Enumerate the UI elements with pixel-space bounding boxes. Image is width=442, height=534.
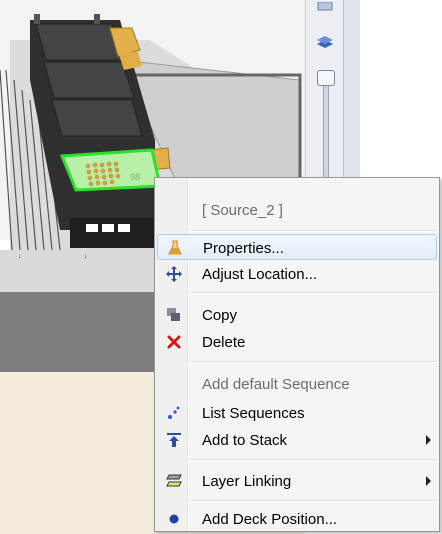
menu-header-label: [ Source_2 ] bbox=[202, 202, 283, 219]
flask-icon bbox=[166, 239, 184, 257]
menu-separator bbox=[189, 230, 437, 232]
submenu-arrow-icon bbox=[426, 435, 431, 445]
submenu-arrow-icon bbox=[426, 476, 431, 486]
menu-item-label: Add default Sequence bbox=[202, 376, 350, 393]
zoom-thumb[interactable] bbox=[317, 70, 335, 86]
menu-item-adjust-location[interactable]: Adjust Location... bbox=[157, 261, 437, 287]
copy-icon bbox=[165, 306, 183, 324]
menu-item-layer-linking[interactable]: Layer Linking bbox=[157, 468, 437, 494]
menu-item-delete[interactable]: Delete bbox=[157, 329, 437, 355]
menu-item-label: Copy bbox=[202, 307, 238, 324]
menu-item-label: Add Deck Position... bbox=[202, 511, 338, 528]
layer-link-icon bbox=[165, 472, 183, 490]
move-arrows-icon bbox=[165, 265, 183, 283]
delete-x-icon bbox=[165, 333, 183, 351]
context-menu: [ Source_2 ] Properties... Adjust Locati… bbox=[154, 177, 440, 532]
menu-item-label: Delete bbox=[202, 334, 246, 351]
menu-item-label: List Sequences bbox=[202, 405, 305, 422]
blue-dot-icon bbox=[165, 510, 183, 528]
dots-icon bbox=[165, 404, 183, 422]
plate-label: 98 bbox=[130, 172, 140, 182]
menu-item-add-deck-position[interactable]: Add Deck Position... bbox=[157, 506, 437, 532]
view-icon[interactable] bbox=[316, 2, 334, 16]
menu-separator bbox=[189, 500, 437, 502]
menu-item-label: Layer Linking bbox=[202, 473, 292, 490]
menu-item-label: Properties... bbox=[203, 240, 284, 257]
menu-header-source: [ Source_2 ] bbox=[157, 197, 437, 223]
layers-icon[interactable] bbox=[316, 34, 334, 48]
svg-text:↓: ↓ bbox=[18, 253, 22, 260]
menu-item-copy[interactable]: Copy bbox=[157, 302, 437, 328]
menu-item-add-default-sequence[interactable]: Add default Sequence bbox=[157, 371, 437, 397]
menu-separator bbox=[189, 361, 437, 363]
menu-separator bbox=[189, 459, 437, 461]
menu-item-add-to-stack[interactable]: Add to Stack bbox=[157, 427, 437, 453]
menu-item-label: Add to Stack bbox=[202, 432, 288, 449]
menu-item-properties[interactable]: Properties... bbox=[157, 234, 437, 260]
svg-text:↓: ↓ bbox=[84, 253, 88, 260]
menu-separator bbox=[189, 292, 437, 294]
menu-item-list-sequences[interactable]: List Sequences bbox=[157, 400, 437, 426]
menu-item-label: Adjust Location... bbox=[202, 266, 318, 283]
stack-up-icon bbox=[165, 431, 183, 449]
